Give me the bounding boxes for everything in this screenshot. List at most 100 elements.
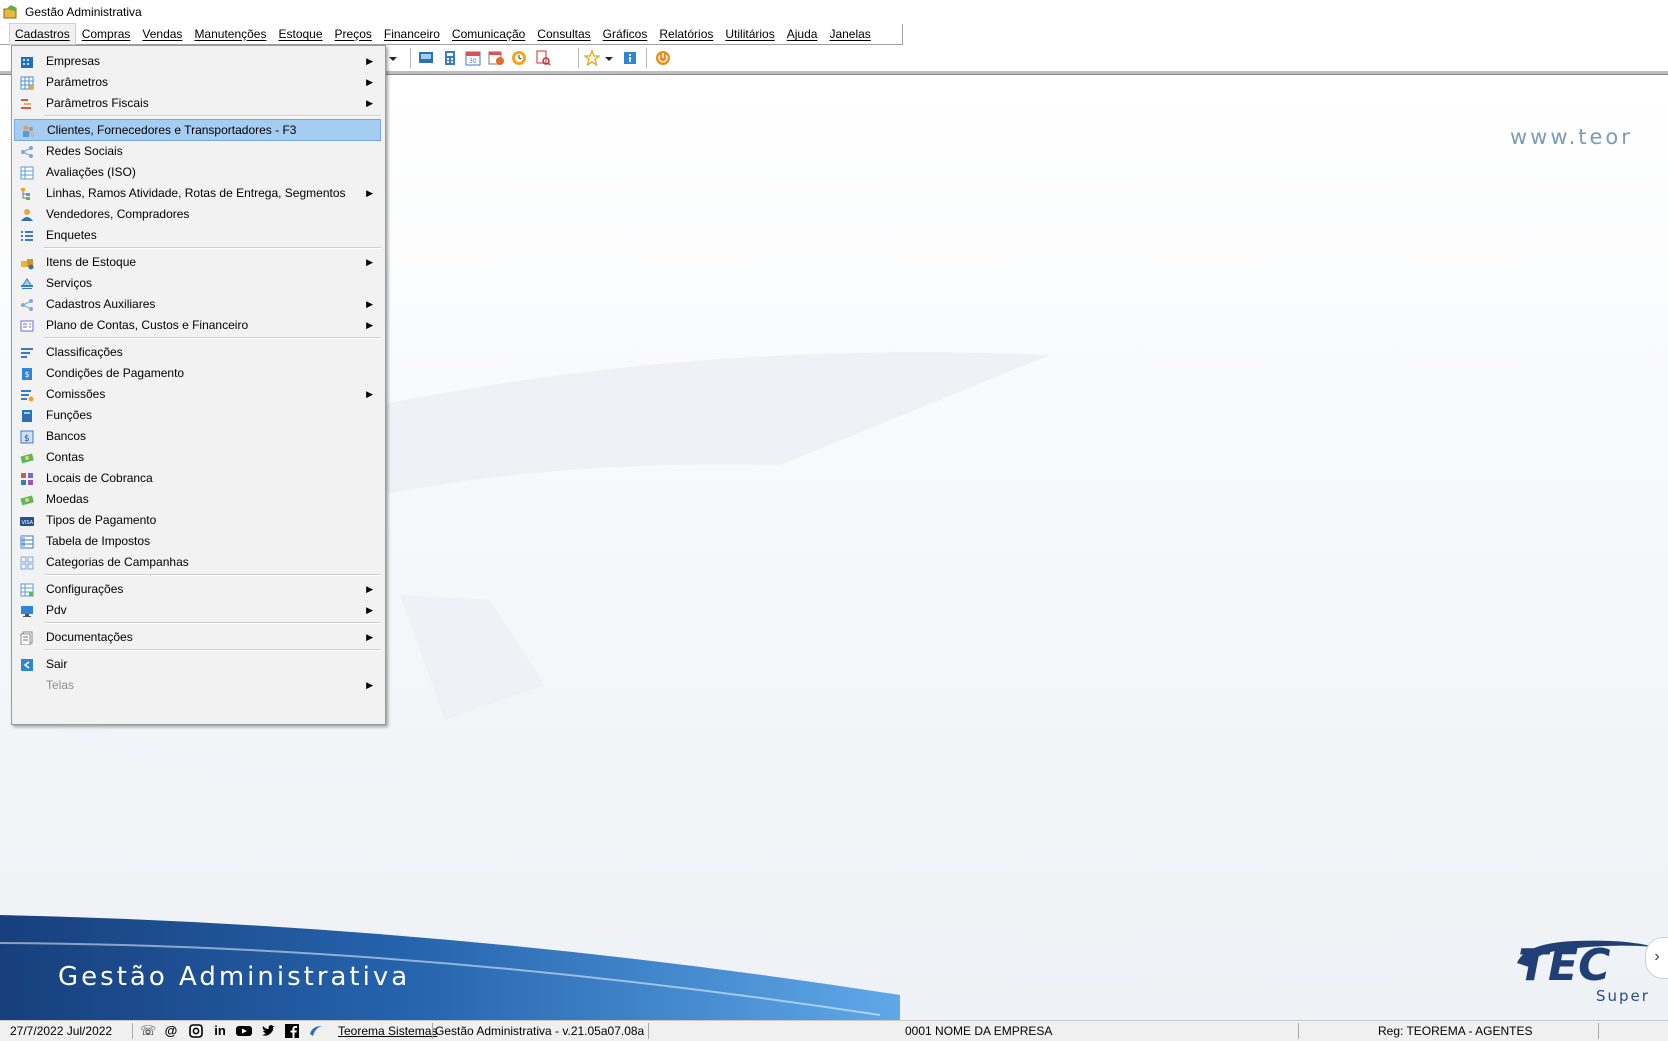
menu-item-bancos[interactable]: $ Bancos	[14, 425, 381, 447]
tree-icon	[20, 186, 34, 200]
menu-item-label: Pdv	[46, 603, 67, 617]
website-watermark: www.teor	[1510, 125, 1633, 149]
menu-financeiro[interactable]: Financeiro	[378, 24, 446, 44]
commission-icon	[20, 387, 34, 402]
menu-cadastros[interactable]: Cadastros	[9, 23, 76, 45]
calendar-icon[interactable]: 30	[465, 50, 481, 66]
menu-utilitarios[interactable]: Utilitários	[719, 24, 780, 44]
calculator-icon[interactable]	[442, 50, 458, 66]
svg-text:$: $	[25, 370, 30, 379]
submenu-arrow-icon: ▶	[366, 299, 373, 309]
menu-item-label: Telas	[46, 678, 75, 692]
tiles-icon	[20, 471, 34, 485]
building-icon	[20, 54, 34, 68]
menu-item-contas[interactable]: Contas	[14, 446, 381, 468]
menu-separator	[44, 574, 381, 576]
submenu-arrow-icon: ▶	[366, 584, 373, 594]
menu-relatorios[interactable]: Relatórios	[653, 24, 719, 44]
menu-item-linhas-ramos-atividade-rotas-de-entrega-segmentos[interactable]: Linhas, Ramos Atividade, Rotas de Entreg…	[14, 182, 381, 204]
menu-item-label: Classificações	[46, 345, 123, 359]
menu-item-vendedores-compradores[interactable]: Vendedores, Compradores	[14, 203, 381, 225]
info-icon[interactable]	[622, 50, 638, 66]
menu-item-label: Tipos de Pagamento	[46, 513, 157, 527]
menu-item-parametros[interactable]: Parâmetros ▶	[14, 71, 381, 93]
toolbar-separator	[578, 48, 579, 68]
menu-separator	[44, 622, 381, 624]
menu-item-enquetes[interactable]: Enquetes	[14, 224, 381, 246]
menu-item-label: Locais de Cobranca	[46, 471, 153, 485]
chevron-down-icon[interactable]	[604, 50, 614, 66]
menu-item-label: Plano de Contas, Custos e Financeiro	[46, 318, 249, 332]
window-title: Gestão Administrativa	[25, 5, 142, 19]
menu-ajuda[interactable]: Ajuda	[781, 24, 824, 44]
youtube-icon[interactable]	[236, 1024, 252, 1038]
menu-item-parametros-fiscais[interactable]: Parâmetros Fiscais ▶	[14, 92, 381, 114]
menu-item-cadastros-auxiliares[interactable]: Cadastros Auxiliares ▶	[14, 293, 381, 315]
grid-settings-icon	[20, 75, 34, 90]
support-icon[interactable]: ☏	[140, 1024, 156, 1038]
menu-estoque[interactable]: Estoque	[272, 24, 328, 44]
menu-separator	[44, 337, 381, 339]
report-search-icon[interactable]	[535, 50, 551, 66]
menu-item-avaliacoes-iso[interactable]: Avaliações (ISO)	[14, 161, 381, 183]
company-website-link[interactable]: Teorema Sistemas	[338, 1021, 437, 1041]
menu-item-locais-de-cobranca[interactable]: Locais de Cobranca	[14, 467, 381, 489]
menu-item-tipos-de-pagamento[interactable]: VISA Tipos de Pagamento	[14, 509, 381, 531]
menu-item-classificacoes[interactable]: Classificações	[14, 341, 381, 363]
menu-item-pdv[interactable]: Pdv ▶	[14, 599, 381, 621]
menu-item-categorias-de-campanhas[interactable]: Categorias de Campanhas	[14, 551, 381, 573]
menu-item-plano-de-contas-custos-e-financeiro[interactable]: Plano de Contas, Custos e Financeiro ▶	[14, 314, 381, 336]
menu-item-funcoes[interactable]: Funções	[14, 404, 381, 426]
menu-comunicacao[interactable]: Comunicação	[446, 24, 531, 44]
menu-item-clientes-fornecedores-e-transportadores-f3[interactable]: Clientes, Fornecedores e Transportadores…	[14, 119, 381, 141]
menu-item-empresas[interactable]: Empresas ▶	[14, 50, 381, 72]
cadastros-dropdown-menu: Empresas ▶ Parâmetros ▶ Parâmetros Fiscais ▶ C…	[11, 45, 386, 725]
menu-precos[interactable]: Preços	[329, 24, 378, 44]
status-divider	[432, 1023, 433, 1039]
menu-manutencoes[interactable]: Manutenções	[188, 24, 272, 44]
status-divider	[132, 1023, 133, 1039]
menu-item-label: Linhas, Ramos Atividade, Rotas de Entreg…	[46, 186, 346, 200]
menu-consultas[interactable]: Consultas	[531, 24, 596, 44]
menu-item-label: Bancos	[46, 429, 87, 443]
sort-icon	[20, 345, 34, 359]
linkedin-icon[interactable]: in	[213, 1024, 227, 1038]
schedule-icon[interactable]	[488, 50, 504, 66]
money-icon	[20, 450, 34, 464]
menu-item-moedas[interactable]: Moedas	[14, 488, 381, 510]
menu-separator	[44, 247, 381, 249]
person-icon	[20, 207, 34, 221]
menu-item-label: Tabela de Impostos	[46, 534, 151, 548]
menu-item-servicos[interactable]: Serviços	[14, 272, 381, 294]
exit-icon	[20, 657, 34, 671]
menu-compras[interactable]: Compras	[76, 24, 137, 44]
screen-icon[interactable]	[418, 50, 434, 66]
chevron-down-icon[interactable]	[388, 50, 398, 66]
instagram-icon[interactable]	[189, 1024, 203, 1038]
table-icon	[20, 165, 34, 180]
menu-item-condicoes-de-pagamento[interactable]: $ Condições de Pagamento	[14, 362, 381, 384]
email-icon[interactable]: @	[164, 1024, 178, 1038]
facebook-icon[interactable]	[285, 1024, 299, 1038]
teorema-logo-icon	[309, 1024, 323, 1038]
menu-item-sair[interactable]: Sair	[14, 653, 381, 675]
menu-item-tabela-de-impostos[interactable]: Tabela de Impostos	[14, 530, 381, 552]
status-date: 27/7/2022 Jul/2022	[10, 1024, 113, 1038]
menu-graficos[interactable]: Gráficos	[597, 24, 654, 44]
menu-item-documentacoes[interactable]: Documentações ▶	[14, 626, 381, 648]
menu-janelas[interactable]: Janelas	[823, 24, 876, 44]
star-icon[interactable]	[583, 49, 601, 67]
status-bar: 27/7/2022 Jul/2022 ☏ @ in Teorema Sistem…	[0, 1020, 1668, 1041]
company-logo: TEC	[1518, 940, 1611, 991]
menu-vendas[interactable]: Vendas	[136, 24, 188, 44]
power-icon[interactable]	[655, 50, 671, 66]
menu-item-label: Parâmetros	[46, 75, 109, 89]
twitter-icon[interactable]	[261, 1024, 275, 1038]
menu-item-comissoes[interactable]: Comissões ▶	[14, 383, 381, 405]
menu-item-redes-sociais[interactable]: Redes Sociais	[14, 140, 381, 162]
menu-item-configuracoes[interactable]: Configurações ▶	[14, 578, 381, 600]
menu-item-label: Vendedores, Compradores	[46, 207, 190, 221]
alarm-icon[interactable]	[511, 50, 527, 66]
chevron-right-icon[interactable]: ›	[1645, 937, 1668, 979]
menu-item-itens-de-estoque[interactable]: Itens de Estoque ▶	[14, 251, 381, 273]
